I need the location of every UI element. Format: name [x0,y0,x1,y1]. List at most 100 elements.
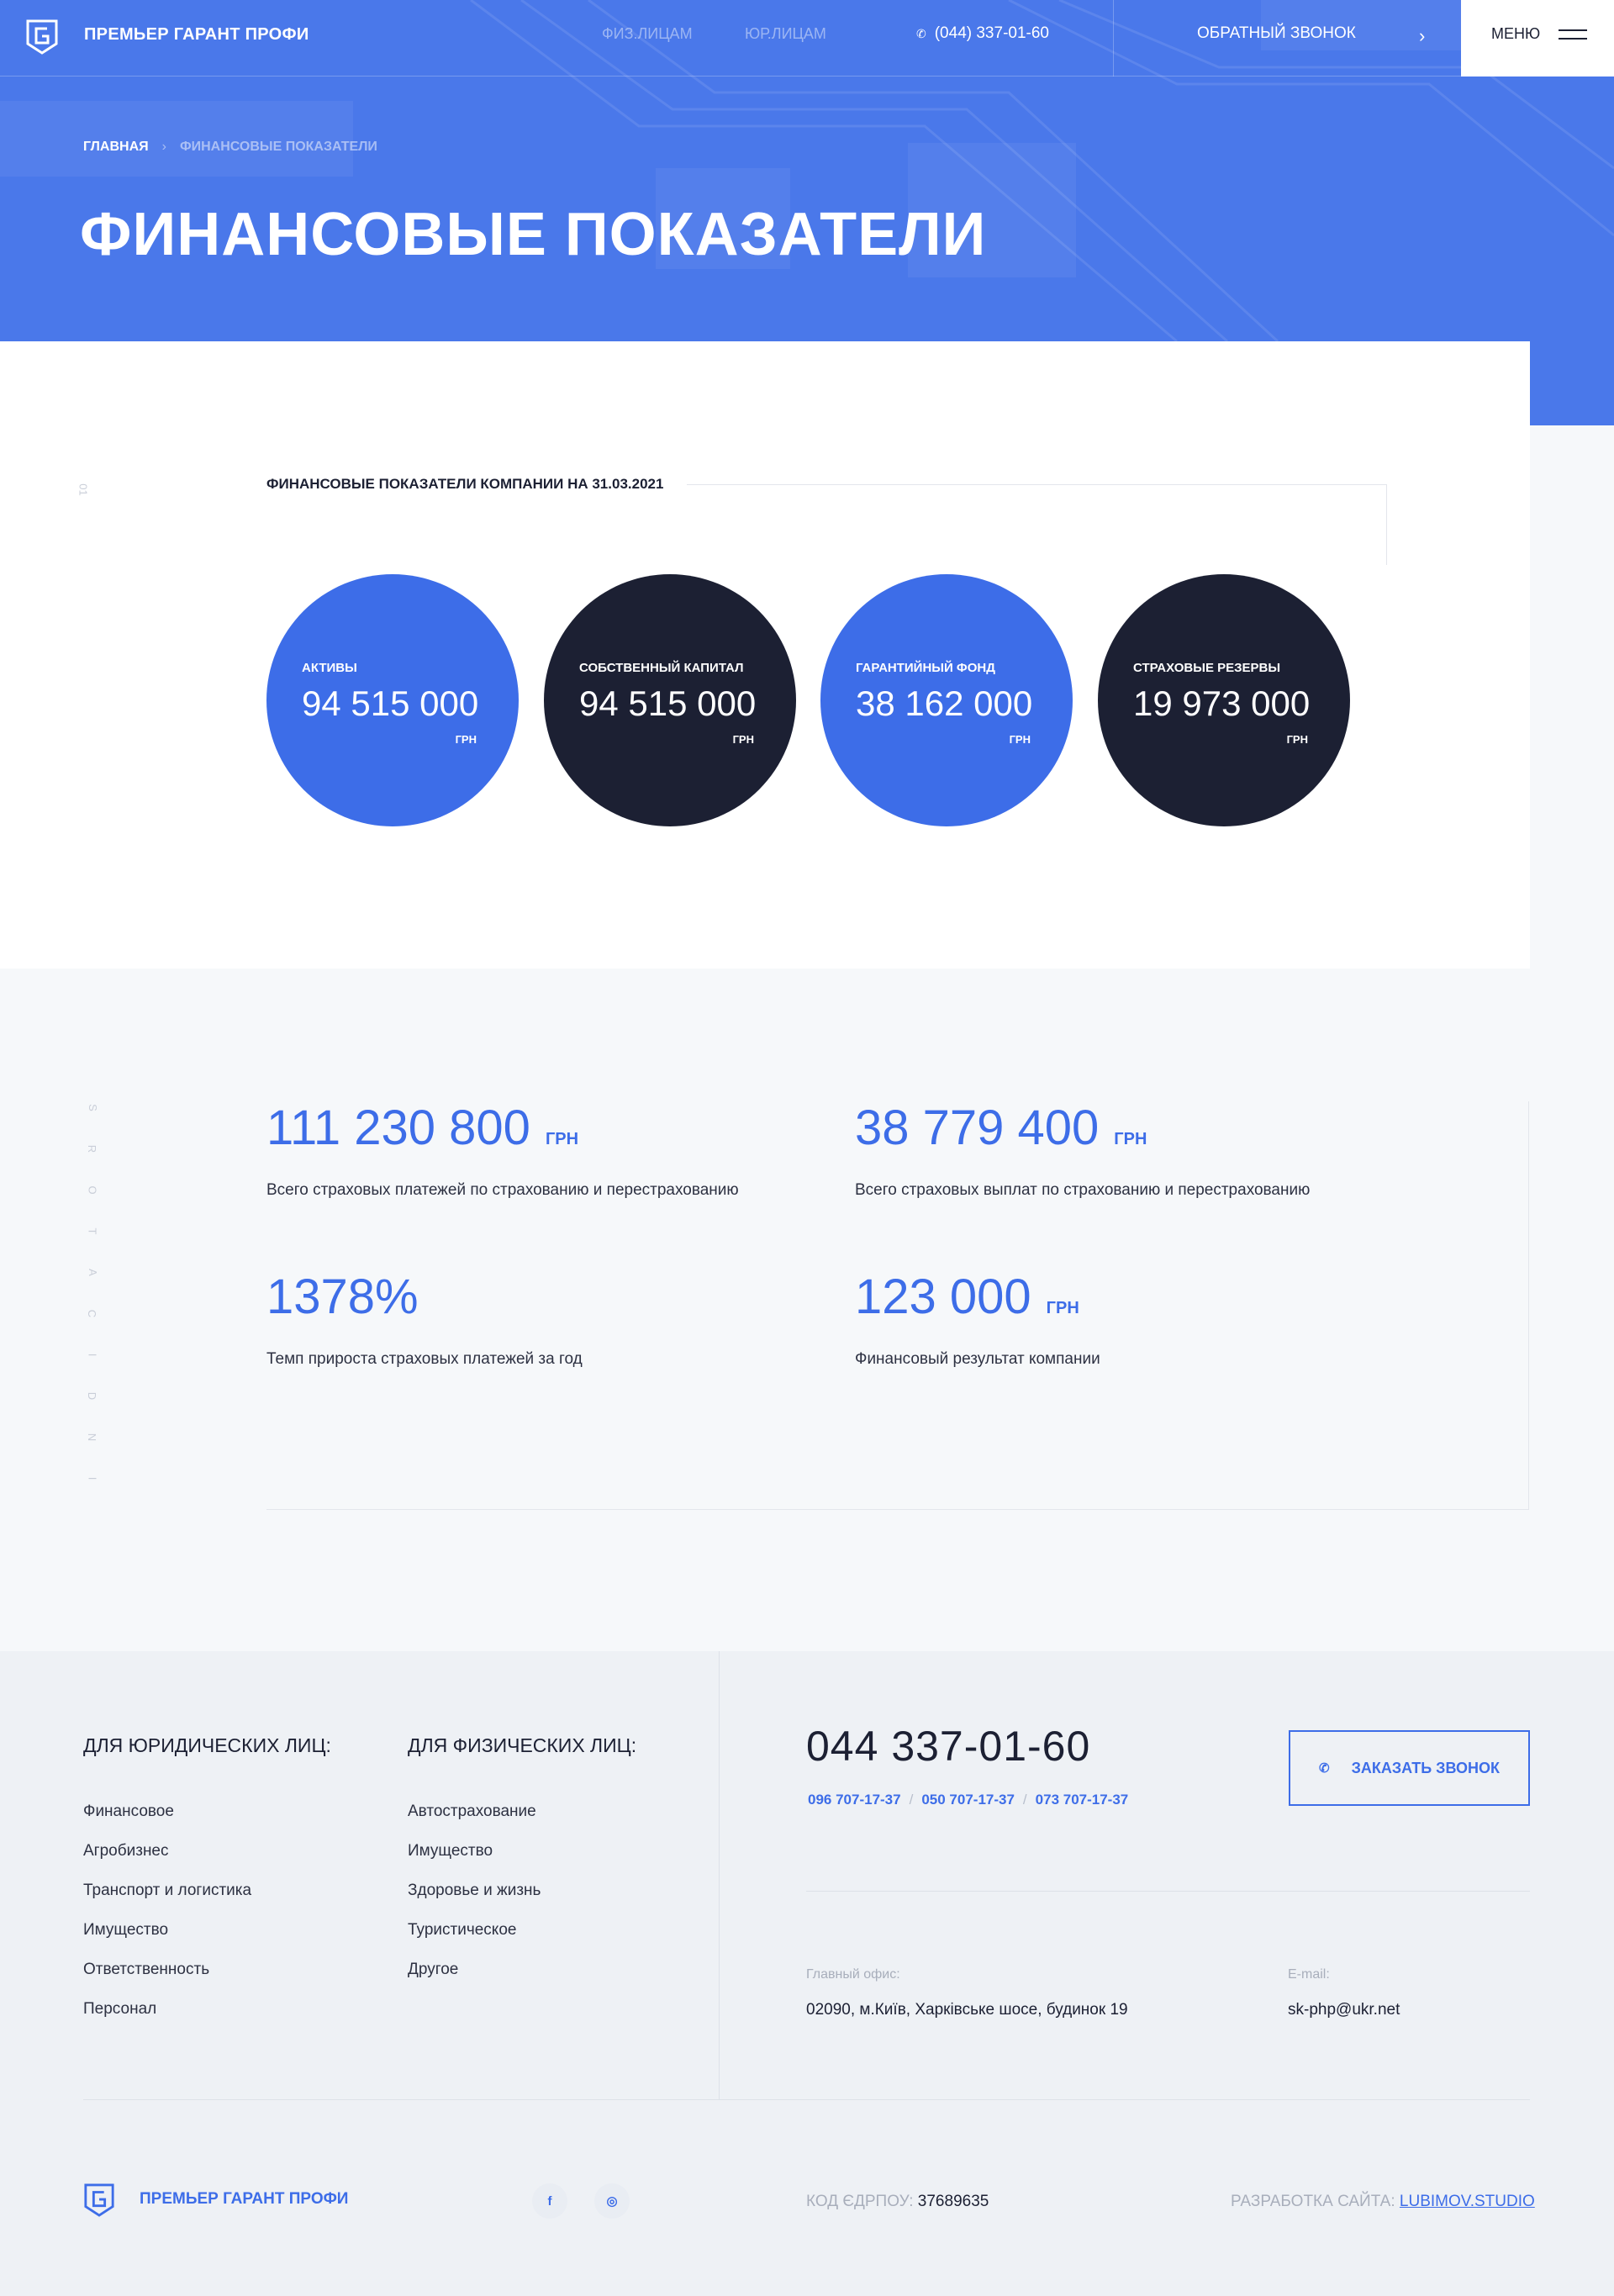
menu-label: МЕНЮ [1491,25,1541,42]
header-phone[interactable]: ✆ (044) 337-01-60 [916,24,1049,43]
footer-link[interactable]: Ответственность [83,1961,251,2000]
indicator-circle-assets: АКТИВЫ 94 515 000 ГРН [266,574,519,826]
individuals-heading: ДЛЯ ФИЗИЧЕСКИХ ЛИЦ: [408,1734,637,1756]
extra-phone[interactable]: 050 707-17-37 [921,1792,1015,1808]
breadcrumb-home[interactable]: ГЛАВНАЯ [83,140,149,155]
nav-legal-entities[interactable]: ЮР.ЛИЦАМ [745,25,826,43]
page-title: ФИНАНСОВЫЕ ПОКАЗАТЕЛИ [80,201,987,268]
office-address: 02090, м.Київ, Харківське шосе, будинок … [806,2001,1128,2019]
indicator-circle-equity: СОБСТВЕННЫЙ КАПИТАЛ 94 515 000 ГРН [544,574,796,826]
email-link[interactable]: sk-php@ukr.net [1288,2001,1400,2019]
section-title-line [687,484,1386,485]
footer-link[interactable]: Здоровье и жизнь [408,1882,541,1921]
vertical-letter: N [86,1433,99,1442]
individuals-list: Автострахование Имущество Здоровье и жиз… [408,1802,541,2000]
indicator-value: 38 162 000 [856,684,1033,723]
section-title-corner-line [1386,484,1387,565]
phone-separator: / [909,1792,914,1808]
indicator-label: ГАРАНТИЙНЫЙ ФОНД [856,661,995,675]
breadcrumb: ГЛАВНАЯ › ФИНАНСОВЫЕ ПОКАЗАТЕЛИ [83,140,377,155]
indicator-unit: ГРН [455,733,477,746]
stat-unit: ГРН [1046,1299,1079,1317]
phone-separator: / [1022,1792,1027,1808]
vertical-letter: O [86,1185,99,1195]
callback-link[interactable]: ОБРАТНЫЙ ЗВОНОК [1197,24,1356,43]
vertical-letter: I [86,1353,99,1357]
indicators-frame-bottom [266,1509,1529,1510]
indicator-value: 19 973 000 [1133,684,1311,723]
indicator-label: СОБСТВЕННЫЙ КАПИТАЛ [579,661,744,675]
stat-value: 1378% [266,1269,419,1324]
header-divider [1113,0,1114,77]
stat-value: 123 000 [855,1269,1031,1324]
site-footer: ДЛЯ ЮРИДИЧЕСКИХ ЛИЦ: Финансовое Агробизн… [0,1651,1614,2296]
footer-vertical-divider [719,1651,720,2099]
logo-icon[interactable] [25,18,59,55]
section-title: ФИНАНСОВЫЕ ПОКАЗАТЕЛИ КОМПАНИИ НА 31.03.… [266,476,664,492]
order-call-button[interactable]: ✆ ЗАКАЗАТЬ ЗВОНОК [1289,1730,1530,1806]
extra-phone[interactable]: 073 707-17-37 [1036,1792,1129,1808]
extra-phones: 096 707-17-37 / 050 707-17-37 / 073 707-… [808,1792,1128,1808]
phone-icon: ✆ [916,26,926,40]
footer-link[interactable]: Туристическое [408,1921,541,1961]
email-label: E-mail: [1288,1967,1330,1982]
vertical-letter: I [86,1476,99,1481]
stat-growth: 1378% Темп прироста страховых платежей з… [266,1269,583,1369]
nav-individuals[interactable]: ФИЗ.ЛИЦАМ [602,25,693,43]
stat-description: Финансовый результат компании [855,1350,1100,1368]
indicator-unit: ГРН [732,733,754,746]
vertical-letter: T [86,1227,99,1235]
stat-claims: 38 779 400 ГРН Всего страховых выплат по … [855,1100,1310,1200]
indicator-circle-reserves: СТРАХОВЫЕ РЕЗЕРВЫ 19 973 000 ГРН [1098,574,1350,826]
stat-unit: ГРН [1114,1130,1147,1148]
footer-contacts-divider [806,1891,1530,1892]
stat-value: 38 779 400 [855,1100,1100,1155]
vertical-letter: R [86,1144,99,1153]
section-number: 01 [76,483,90,496]
edrpou-value: 37689635 [917,2193,989,2210]
chevron-right-icon[interactable]: › [1419,25,1425,47]
hero-accent-strip [1530,341,1614,425]
indicators-frame-right [1528,1101,1529,1510]
developer-link[interactable]: LUBIMOV.STUDIO [1400,2193,1535,2210]
indicator-unit: ГРН [1009,733,1031,746]
main-phone[interactable]: 044 337-01-60 [806,1722,1090,1771]
footer-link[interactable]: Имущество [408,1842,541,1882]
indicators-vertical-label: S R O T A C I D N I [84,1101,101,1485]
stat-description: Всего страховых выплат по страхованию и … [855,1181,1311,1199]
indicator-value: 94 515 000 [302,684,479,723]
footer-brand[interactable]: ПРЕМЬЕР ГАРАНТ ПРОФИ [140,2190,348,2209]
brand-name[interactable]: ПРЕМЬЕР ГАРАНТ ПРОФИ [84,25,309,45]
vertical-letter: D [86,1391,99,1401]
edrpou-code: КОД ЄДРПОУ: 37689635 [806,2193,989,2211]
extra-phone[interactable]: 096 707-17-37 [808,1792,901,1808]
footer-link[interactable]: Автострахование [408,1802,541,1842]
edrpou-label: КОД ЄДРПОУ: [806,2193,914,2210]
breadcrumb-separator-icon: › [161,140,166,154]
footer-link[interactable]: Агробизнес [83,1842,251,1882]
vertical-letter: C [86,1309,99,1318]
indicator-value: 94 515 000 [579,684,757,723]
footer-link[interactable]: Финансовое [83,1802,251,1842]
order-call-label: ЗАКАЗАТЬ ЗВОНОК [1351,1759,1500,1776]
office-label: Главный офис: [806,1967,900,1982]
footer-link[interactable]: Транспорт и логистика [83,1882,251,1921]
menu-button[interactable]: МЕНЮ [1461,0,1614,77]
footer-link[interactable]: Другое [408,1961,541,2000]
facebook-icon[interactable]: f [532,2183,567,2219]
vertical-letter: S [86,1104,99,1111]
footer-link[interactable]: Имущество [83,1921,251,1961]
stat-payments: 111 230 800 ГРН Всего страховых платежей … [266,1100,739,1200]
footer-logo-icon[interactable] [83,2183,115,2218]
footer-link[interactable]: Персонал [83,2000,251,2040]
header-phone-number: (044) 337-01-60 [934,24,1049,42]
stat-unit: ГРН [545,1130,579,1148]
stat-value: 111 230 800 [266,1100,530,1155]
instagram-icon[interactable]: ◎ [594,2183,630,2219]
developer-credit: РАЗРАБОТКА САЙТА: LUBIMOV.STUDIO [1231,2193,1535,2211]
vertical-letter: A [86,1269,99,1276]
developer-label: РАЗРАБОТКА САЙТА: [1231,2193,1395,2210]
indicator-label: СТРАХОВЫЕ РЕЗЕРВЫ [1133,661,1281,675]
stat-description: Темп прироста страховых платежей за год [266,1350,583,1368]
stat-description: Всего страховых платежей по страхованию … [266,1181,739,1199]
